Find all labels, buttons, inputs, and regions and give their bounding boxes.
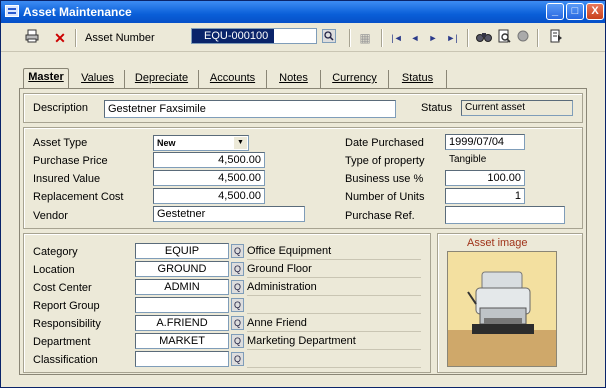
- status-label: Status: [421, 102, 453, 114]
- vendor-field[interactable]: Gestetner: [153, 206, 305, 222]
- lookup-icon[interactable]: Q: [231, 298, 244, 312]
- exit-icon[interactable]: [547, 29, 565, 47]
- class-row-code-field[interactable]: A.FRIEND: [135, 315, 229, 331]
- replacement-cost-field[interactable]: 4,500.00: [153, 188, 265, 204]
- lookup-icon[interactable]: Q: [231, 334, 244, 348]
- tab-master[interactable]: Master: [23, 68, 69, 89]
- delete-icon[interactable]: ✕: [51, 29, 69, 47]
- toolbar: ✕ Asset Number EQU-000100 ▦ |◄ ◄ ► ►|: [1, 25, 605, 52]
- asset-number-label: Asset Number: [85, 32, 155, 44]
- filter-icon[interactable]: ▦: [357, 29, 373, 47]
- tab-depreciate[interactable]: Depreciate: [125, 70, 199, 88]
- lookup-icon[interactable]: Q: [231, 280, 244, 294]
- chevron-down-icon[interactable]: ▼: [234, 137, 247, 149]
- asset-type-label: Asset Type: [33, 137, 88, 149]
- lookup-icon[interactable]: Q: [231, 244, 244, 258]
- description-label: Description: [33, 102, 89, 114]
- insured-value-field[interactable]: 4,500.00: [153, 170, 265, 186]
- number-of-units-label: Number of Units: [345, 191, 425, 203]
- description-field[interactable]: Gestetner Faxsimile: [104, 100, 396, 118]
- date-purchased-field[interactable]: 1999/07/04: [445, 134, 525, 150]
- lookup-icon[interactable]: Q: [231, 316, 244, 330]
- class-row-code-field[interactable]: [135, 297, 229, 313]
- class-row-label: Location: [33, 264, 75, 276]
- status-field: Current asset: [461, 100, 573, 116]
- print-icon[interactable]: [23, 29, 41, 47]
- replacement-cost-label: Replacement Cost: [33, 191, 124, 203]
- class-row-description: Administration: [247, 279, 421, 296]
- vendor-label: Vendor: [33, 210, 68, 222]
- window-title: Asset Maintenance: [23, 5, 132, 19]
- close-button[interactable]: X: [586, 3, 604, 20]
- class-row-code-field[interactable]: GROUND: [135, 261, 229, 277]
- type-of-property-value: Tangible: [449, 154, 487, 165]
- maximize-button[interactable]: □: [566, 3, 584, 20]
- asset-maintenance-window: Asset Maintenance _ □ X ✕ Asset Number E…: [0, 0, 606, 388]
- lookup-icon[interactable]: Q: [231, 262, 244, 276]
- business-use-label: Business use %: [345, 173, 424, 185]
- title-bar[interactable]: Asset Maintenance _ □ X: [1, 1, 605, 23]
- insured-value-label: Insured Value: [33, 173, 101, 185]
- asset-number-input[interactable]: EQU-000100: [191, 28, 317, 44]
- minimize-button[interactable]: _: [546, 3, 564, 20]
- class-row-description: Anne Friend: [247, 315, 421, 332]
- class-row-label: Classification: [33, 354, 98, 366]
- business-use-field[interactable]: 100.00: [445, 170, 525, 186]
- class-row-code-field[interactable]: [135, 351, 229, 367]
- lookup-icon[interactable]: Q: [231, 352, 244, 366]
- asset-image-label: Asset image: [467, 237, 528, 249]
- class-row-description: Ground Floor: [247, 261, 421, 278]
- lookup-icon[interactable]: [321, 29, 337, 47]
- record-icon[interactable]: [515, 29, 531, 47]
- class-row-description: [247, 351, 421, 368]
- class-row-description: Marketing Department: [247, 333, 421, 350]
- date-purchased-label: Date Purchased: [345, 137, 424, 149]
- class-row-label: Department: [33, 336, 91, 348]
- class-row-code-field[interactable]: ADMIN: [135, 279, 229, 295]
- tab-currency[interactable]: Currency: [321, 70, 389, 88]
- number-of-units-field[interactable]: 1: [445, 188, 525, 204]
- purchase-price-field[interactable]: 4,500.00: [153, 152, 265, 168]
- prev-record-button[interactable]: ◄: [407, 29, 423, 47]
- class-row-code-field[interactable]: EQUIP: [135, 243, 229, 259]
- find-icon[interactable]: [475, 29, 493, 47]
- first-record-button[interactable]: |◄: [389, 29, 405, 47]
- asset-image: [447, 251, 557, 367]
- purchase-price-label: Purchase Price: [33, 155, 108, 167]
- class-row-label: Category: [33, 246, 78, 258]
- class-row-description: [247, 297, 421, 314]
- purchase-ref-field[interactable]: [445, 206, 565, 224]
- class-row-label: Responsibility: [33, 318, 101, 330]
- class-row-label: Cost Center: [33, 282, 92, 294]
- class-row-label: Report Group: [33, 300, 100, 312]
- tab-values[interactable]: Values: [71, 70, 125, 88]
- class-row-description: Office Equipment: [247, 243, 421, 260]
- tab-accounts[interactable]: Accounts: [199, 70, 267, 88]
- class-row-code-field[interactable]: MARKET: [135, 333, 229, 349]
- last-record-button[interactable]: ►|: [443, 29, 461, 47]
- type-of-property-label: Type of property: [345, 155, 425, 167]
- app-icon: [5, 5, 19, 17]
- asset-type-select[interactable]: New ▼: [153, 135, 249, 151]
- report-icon[interactable]: [495, 29, 513, 47]
- purchase-ref-label: Purchase Ref.: [345, 210, 415, 222]
- next-record-button[interactable]: ►: [425, 29, 441, 47]
- tab-notes[interactable]: Notes: [267, 70, 321, 88]
- tab-status[interactable]: Status: [389, 70, 447, 88]
